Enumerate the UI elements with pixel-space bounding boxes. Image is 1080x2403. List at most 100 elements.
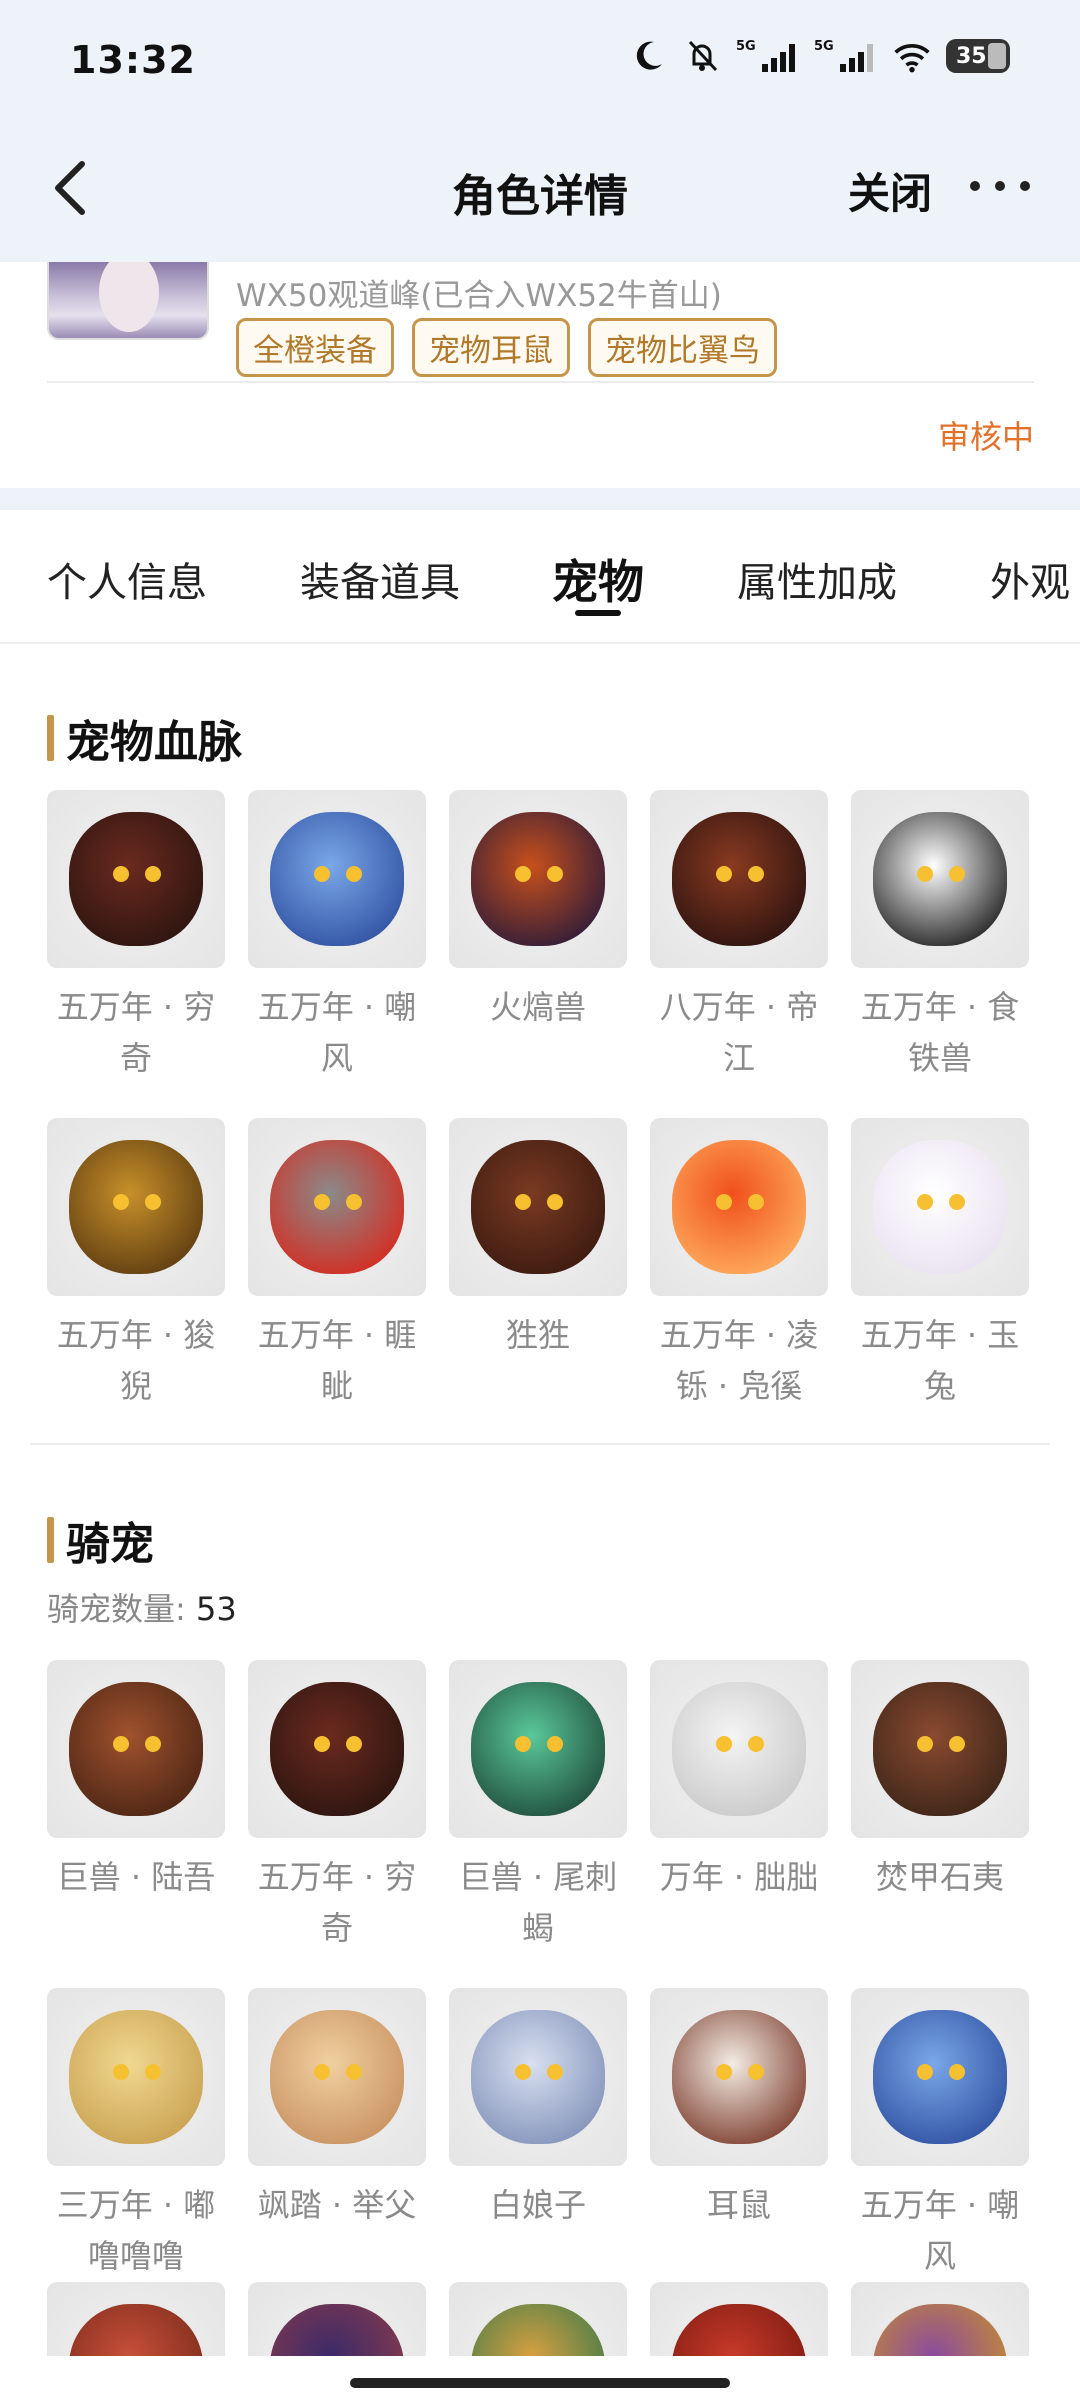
pet-name: 狌狌: [505, 1316, 570, 1354]
tab-equipment[interactable]: 装备道具: [300, 550, 460, 608]
pet-image: [851, 1118, 1029, 1296]
pet-image: [248, 1118, 426, 1296]
pet-card[interactable]: [449, 2282, 627, 2356]
pet-card[interactable]: 焚甲石夷: [851, 1660, 1029, 1954]
tab-bar: 个人信息 装备道具 宠物 属性加成 外观: [0, 510, 1080, 644]
pet-image: [248, 790, 426, 968]
pet-card[interactable]: 三万年 · 嘟噜噜噜: [47, 1988, 225, 2282]
pet-card[interactable]: 巨兽 · 陆吾: [47, 1660, 225, 1954]
mounts-grid-partial-row: [47, 2282, 1037, 2356]
pet-image: [47, 2282, 225, 2356]
pet-card[interactable]: 白娘子: [449, 1988, 627, 2282]
pet-name: 巨兽 · 尾刺蝎: [458, 1858, 618, 1947]
pet-card[interactable]: 火熇兽: [449, 790, 627, 1084]
role-tag: 全橙装备: [236, 318, 394, 377]
pet-card[interactable]: 五万年 · 睚眦: [248, 1118, 426, 1412]
pet-card[interactable]: 五万年 · 穷奇: [47, 790, 225, 1084]
review-status-badge: 审核中: [937, 418, 1034, 456]
pet-name: 巨兽 · 陆吾: [56, 1858, 216, 1896]
pet-name: 白娘子: [489, 2186, 586, 2224]
section-gap: [0, 488, 1080, 510]
status-icons: 5G 5G 35: [628, 36, 1010, 76]
pet-card[interactable]: 八万年 · 帝江: [650, 790, 828, 1084]
role-card: WX50观道峰(已合入WX52牛首山) 全橙装备 宠物耳鼠 宠物比翼鸟 审核中: [0, 262, 1080, 488]
pet-name: 五万年 · 穷奇: [257, 1858, 417, 1947]
mounts-heading: 骑宠: [47, 1508, 154, 1572]
pet-image: [248, 1988, 426, 2166]
mounts-grid: 巨兽 · 陆吾 五万年 · 穷奇 巨兽 · 尾刺蝎 万年 · 朏朏 焚甲石夷三万年 · …: [47, 1660, 1037, 2282]
pet-image: [449, 790, 627, 968]
pet-image: [851, 1660, 1029, 1838]
role-tags: 全橙装备 宠物耳鼠 宠物比翼鸟: [236, 318, 777, 377]
pet-name: 五万年 · 嘲风: [257, 988, 417, 1077]
pet-name: 五万年 · 嘲风: [860, 2186, 1020, 2275]
pet-image: [47, 1660, 225, 1838]
more-options-button[interactable]: [970, 166, 1030, 206]
section-title: 骑宠: [66, 1519, 154, 1570]
section-title: 宠物血脉: [66, 717, 242, 768]
pet-card[interactable]: 五万年 · 嘲风: [851, 1988, 1029, 2282]
pet-card[interactable]: [248, 2282, 426, 2356]
signal-5g-icon: 5G: [736, 36, 800, 76]
pet-image: [851, 1988, 1029, 2166]
divider: [47, 381, 1034, 383]
pet-card[interactable]: [851, 2282, 1029, 2356]
role-tag: 宠物耳鼠: [412, 318, 570, 377]
pet-name: 八万年 · 帝江: [659, 988, 819, 1077]
pet-bloodline-grid: 五万年 · 穷奇 五万年 · 嘲风 火熇兽 八万年 · 帝江 五万年 · 食铁兽五万年 …: [47, 790, 1037, 1412]
mount-count-value: 53: [195, 1590, 237, 1628]
pet-image: [650, 1118, 828, 1296]
pet-card[interactable]: 五万年 · 凌铄 · 凫徯: [650, 1118, 828, 1412]
pet-image: [449, 2282, 627, 2356]
pet-name: 五万年 · 睚眦: [257, 1316, 417, 1405]
server-info: WX50观道峰(已合入WX52牛首山): [236, 278, 722, 314]
pet-bloodline-heading: 宠物血脉: [47, 706, 242, 770]
top-bar: 13:32 5G 5G 35 角色详情 关闭: [0, 0, 1080, 262]
pet-name: 耳鼠: [706, 2186, 771, 2224]
pet-card[interactable]: 五万年 · 穷奇: [248, 1660, 426, 1954]
close-button[interactable]: 关闭: [848, 160, 932, 221]
home-indicator: [350, 2378, 730, 2388]
tab-attributes[interactable]: 属性加成: [737, 550, 897, 608]
pet-card[interactable]: [650, 2282, 828, 2356]
wifi-icon: [892, 36, 932, 76]
pet-card[interactable]: 五万年 · 食铁兽: [851, 790, 1029, 1084]
pet-card[interactable]: 狌狌: [449, 1118, 627, 1412]
pet-image: [248, 1660, 426, 1838]
pet-card[interactable]: 五万年 · 嘲风: [248, 790, 426, 1084]
pet-card[interactable]: 万年 · 朏朏: [650, 1660, 828, 1954]
pet-card[interactable]: 飒踏 · 举父: [248, 1988, 426, 2282]
pet-image: [449, 1118, 627, 1296]
pet-card[interactable]: 五万年 · 玉兔: [851, 1118, 1029, 1412]
pet-name: 火熇兽: [489, 988, 586, 1026]
mount-count-label: 骑宠数量:: [47, 1590, 186, 1628]
moon-icon: [628, 36, 668, 76]
tab-pets[interactable]: 宠物: [552, 546, 644, 612]
pet-name: 飒踏 · 举父: [257, 2186, 417, 2224]
pet-image: [47, 1988, 225, 2166]
pet-image: [851, 2282, 1029, 2356]
pet-card[interactable]: 耳鼠: [650, 1988, 828, 2282]
pet-image: [650, 790, 828, 968]
tab-appearance[interactable]: 外观: [990, 550, 1070, 608]
divider: [30, 1443, 1050, 1445]
svg-text:5G: 5G: [814, 39, 834, 54]
pet-image: [47, 790, 225, 968]
mount-count: 骑宠数量: 53: [47, 1584, 237, 1630]
pet-card[interactable]: [47, 2282, 225, 2356]
pet-name: 五万年 · 凌铄 · 凫徯: [659, 1316, 819, 1405]
pet-name: 五万年 · 狻猊: [56, 1316, 216, 1405]
pet-image: [650, 1988, 828, 2166]
pet-image: [248, 2282, 426, 2356]
signal-5g-icon-2: 5G: [814, 36, 878, 76]
active-tab-indicator: [575, 610, 621, 616]
pet-name: 五万年 · 穷奇: [56, 988, 216, 1077]
pet-card[interactable]: 巨兽 · 尾刺蝎: [449, 1660, 627, 1954]
pet-name: 五万年 · 食铁兽: [860, 988, 1020, 1077]
pet-card[interactable]: 五万年 · 狻猊: [47, 1118, 225, 1412]
role-avatar[interactable]: [47, 262, 209, 340]
tab-personal-info[interactable]: 个人信息: [47, 550, 207, 608]
mute-bell-icon: [682, 36, 722, 76]
pet-image: [650, 2282, 828, 2356]
pet-name: 三万年 · 嘟噜噜噜: [56, 2186, 216, 2275]
